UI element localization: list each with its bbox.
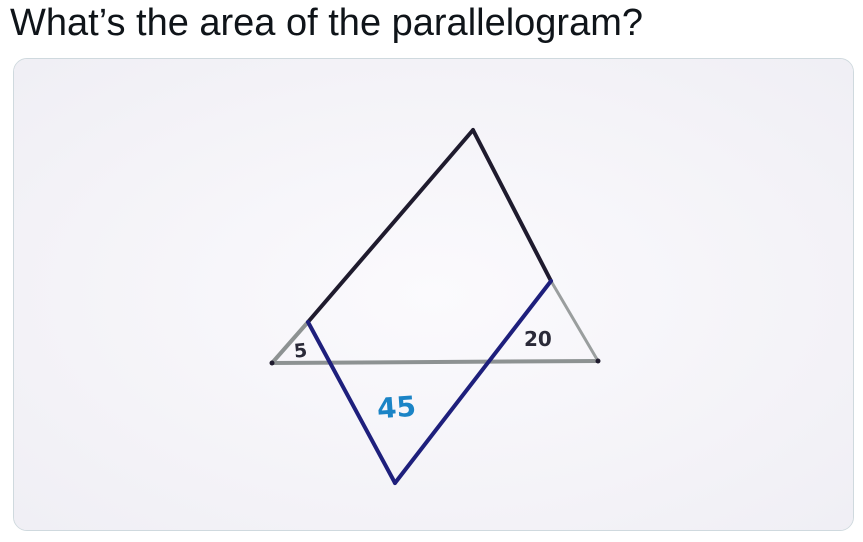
vertex-left-dot	[269, 360, 275, 366]
label-small-triangle-area: 5	[293, 340, 308, 363]
triangle-base-line	[270, 359, 600, 365]
figure-image[interactable]: 5 20 45	[13, 58, 854, 531]
question-text: What’s the area of the parallelogram?	[10, 2, 643, 44]
label-lower-triangle-area: 45	[376, 390, 417, 426]
vertex-right-dot	[595, 358, 601, 364]
label-right-triangle-area: 20	[524, 327, 552, 351]
paper-background	[14, 59, 853, 530]
geometry-figure: 5 20 45	[14, 59, 853, 530]
